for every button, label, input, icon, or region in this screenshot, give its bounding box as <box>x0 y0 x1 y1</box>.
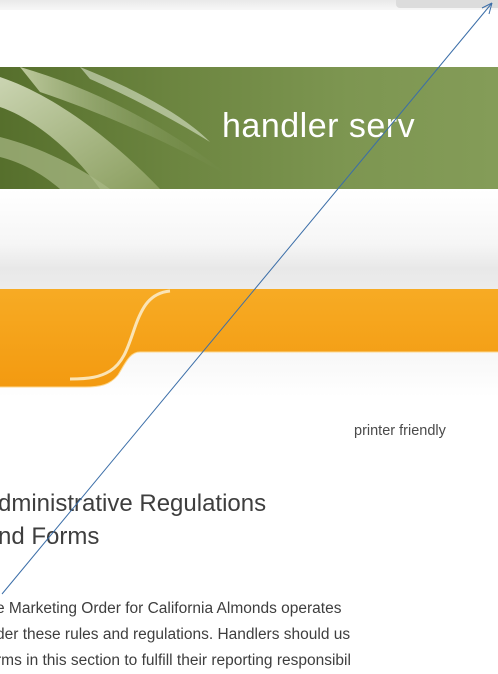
intro-line-2: der these rules and regulations. Handler… <box>0 626 351 643</box>
page-title: dministrative Regulations nd Forms <box>0 487 398 553</box>
page-title-line-2: nd Forms <box>0 523 100 550</box>
intro-line-1: e Marketing Order for California Almonds… <box>0 600 342 617</box>
nav-band <box>0 267 498 397</box>
banner-divider <box>0 189 498 267</box>
printer-friendly-link[interactable]: printer friendly <box>354 423 446 439</box>
page-title-line-1: dministrative Regulations <box>0 490 267 517</box>
top-tab <box>396 0 498 8</box>
header-banner: handler serv <box>0 67 498 189</box>
banner-title: handler serv <box>222 107 416 145</box>
intro-line-3: rms in this section to fulfill their rep… <box>0 652 351 669</box>
intro-paragraph: e Marketing Order for California Almonds… <box>0 596 498 674</box>
top-strip <box>0 0 498 10</box>
